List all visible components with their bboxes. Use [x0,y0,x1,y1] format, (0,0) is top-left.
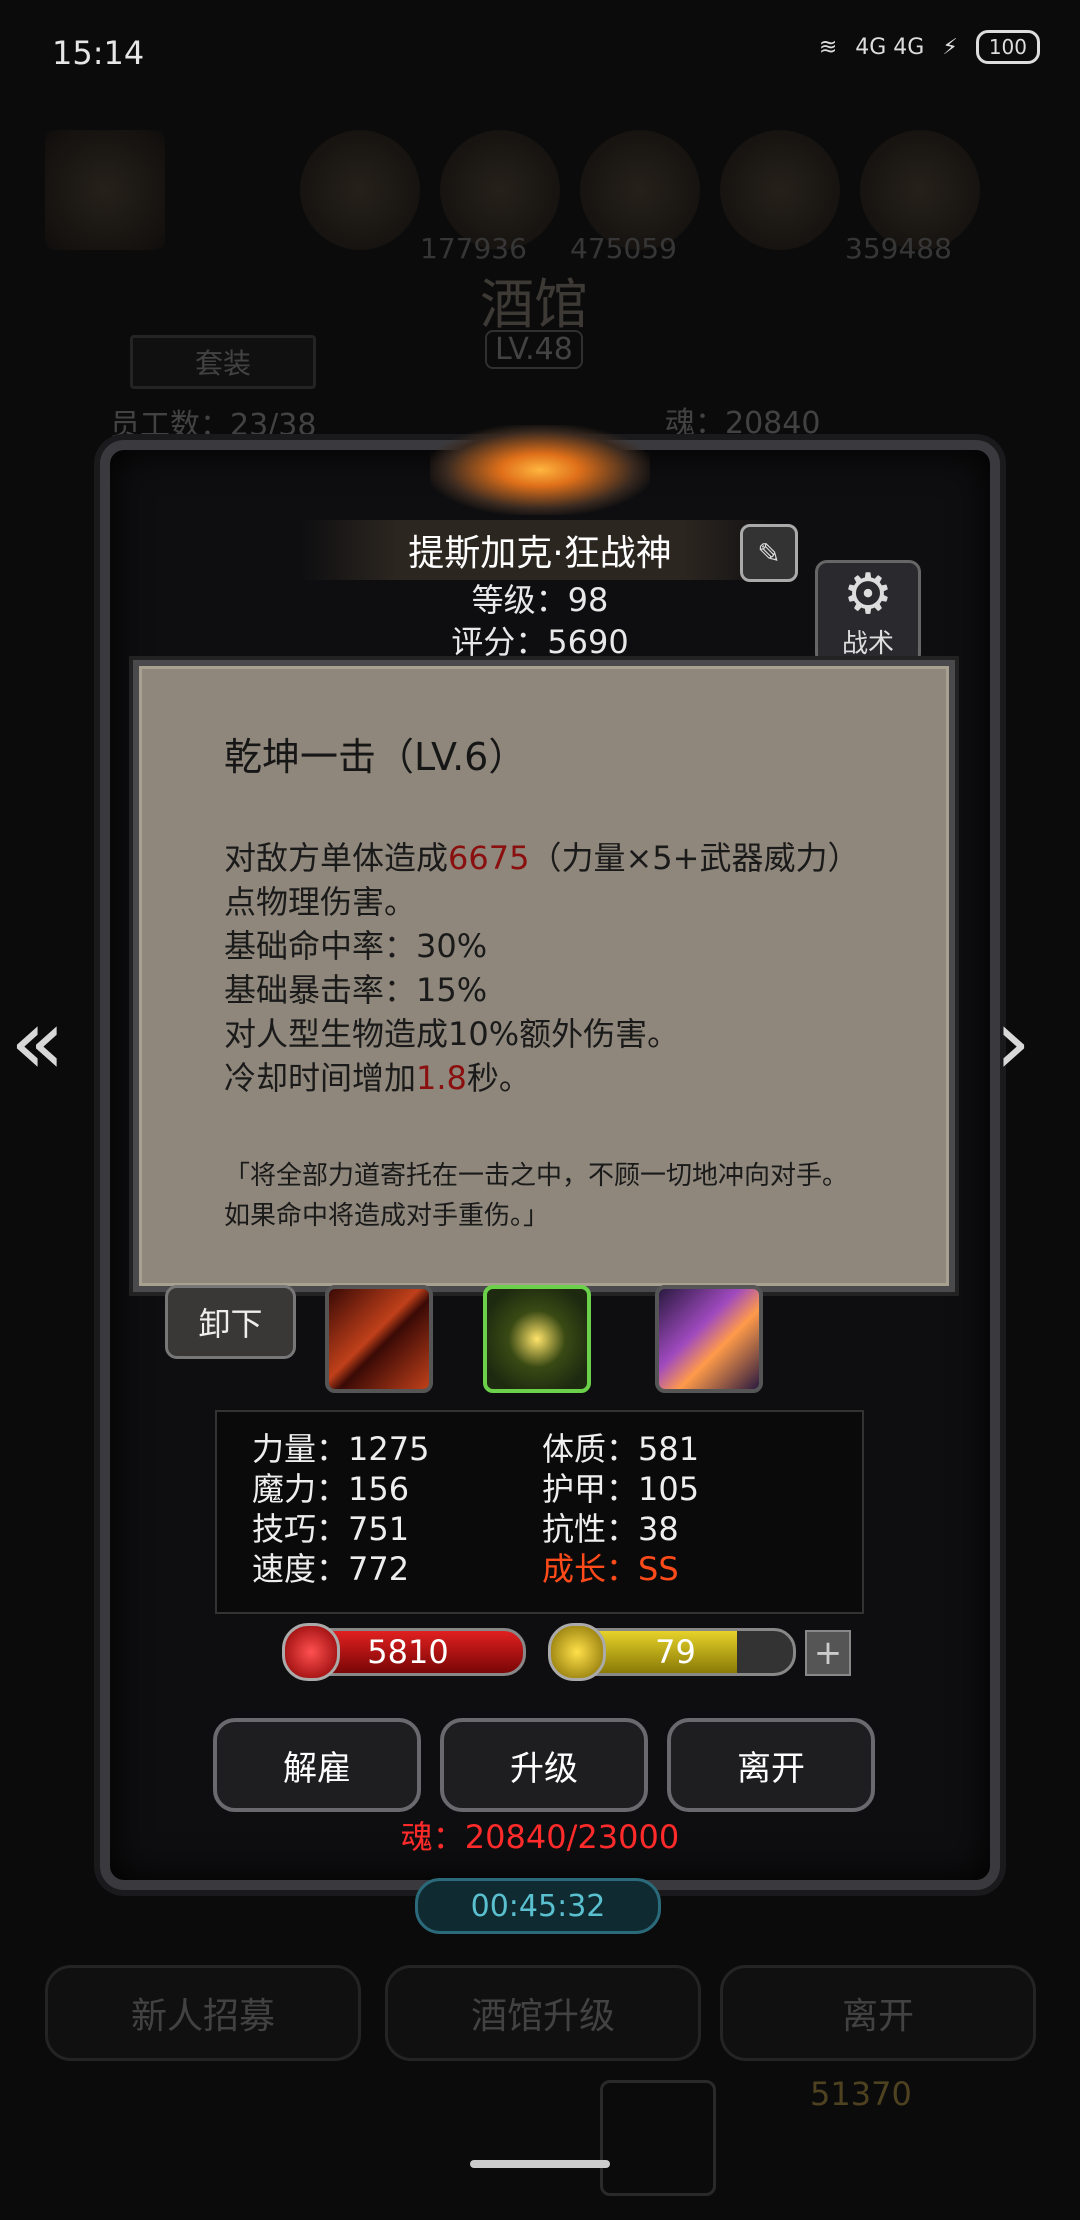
recruit-button[interactable]: 新人招募 [45,1965,361,2061]
signal-icon: 4G 4G [855,34,925,60]
resource-icon [300,130,420,250]
cooldown-value: 1.8 [416,1059,467,1097]
timer: 00:45:32 [415,1878,661,1934]
fire-button[interactable]: 解雇 [213,1718,421,1812]
desc-text: 冷却时间增加 [224,1059,417,1097]
tavern-level: LV.48 [485,330,583,369]
tavern-title: 酒馆 [480,273,588,336]
desc-text: 对敌方单体造成 [224,839,449,877]
bg-leave-button[interactable]: 离开 [720,1965,1036,2061]
soul-counter: 魂：20840/23000 [400,1818,680,1856]
gear-icon: ⚙ [842,561,894,627]
skill-description: 对敌方单体造成6675（力量×5+武器威力） 点物理伤害。 基础命中率：30% … [224,836,904,1100]
skill-quote: 「将全部力道寄托在一击之中，不顾一切地冲向对手。 如果命中将造成对手重伤。」 [224,1156,904,1236]
quote-line: 「将全部力道寄托在一击之中，不顾一切地冲向对手。 [224,1161,849,1191]
upgrade-button[interactable]: 升级 [440,1718,648,1812]
skill-tooltip: 乾坤一击（LV.6） 对敌方单体造成6675（力量×5+武器威力） 点物理伤害。… [133,660,955,1292]
next-hero-arrow-icon[interactable]: › [995,990,1031,1095]
stat-growth: 成长：SS [542,1550,679,1588]
crescent-ornament-icon [430,425,650,515]
heart-icon [282,1623,340,1681]
status-bar: 15:14 ≋ 4G 4G ⚡ 100 [0,0,1080,110]
hit-rate: 基础命中率：30% [224,927,488,965]
home-indicator[interactable] [470,2160,610,2168]
charging-icon: ⚡ [942,34,958,60]
purple-skill-icon[interactable] [655,1285,763,1393]
add-energy-button[interactable]: + [805,1630,851,1676]
bg-soul: 魂：20840 [665,406,821,441]
stat-number: 359488 [845,232,952,265]
previous-hero-arrow-icon[interactable]: « [10,990,65,1095]
desc-text: 秒。 [466,1059,531,1097]
damage-value: 6675 [448,839,530,877]
unequip-button[interactable]: 卸下 [165,1285,296,1359]
bonus-damage: 对人型生物造成10%额外伤害。 [224,1015,680,1053]
tactics-button[interactable]: ⚙ 战术 [815,560,921,666]
skill-title: 乾坤一击（LV.6） [224,735,527,779]
tactics-label: 战术 [841,628,894,659]
hero-name: 提斯加克·狂战神 [300,520,780,580]
resource-icon [720,130,840,250]
crit-rate: 基础暴击率：15% [224,971,488,1009]
stats-panel: 力量：1275 魔力：156 技巧：751 速度：772 体质：581 护甲：1… [215,1410,864,1614]
battery-icon: 100 [975,30,1040,64]
staff-count: 员工数：23/38 [110,408,317,443]
desc-text: （力量×5+武器威力） [529,839,860,877]
gold-amount: 51370 [810,2075,912,2113]
tavern-upgrade-button[interactable]: 酒馆升级 [385,1965,701,2061]
status-icons: ≋ 4G 4G ⚡ 100 [819,30,1040,64]
wifi-icon: ≋ [818,34,838,60]
lightning-skill-icon[interactable] [483,1285,591,1393]
leave-button[interactable]: 离开 [667,1718,875,1812]
slash-skill-icon[interactable] [325,1285,433,1393]
set-tab[interactable]: 套装 [130,335,316,389]
hero-portrait-icon [45,130,165,250]
desc-text: 点物理伤害。 [224,883,417,921]
quote-line: 如果命中将造成对手重伤。」 [224,1201,550,1231]
edit-name-icon[interactable]: ✎ [740,524,798,582]
lightning-icon [548,1623,606,1681]
stat-speed: 速度：772 [252,1550,410,1588]
clock: 15:14 [52,34,145,72]
gift-icon[interactable] [600,2080,716,2196]
